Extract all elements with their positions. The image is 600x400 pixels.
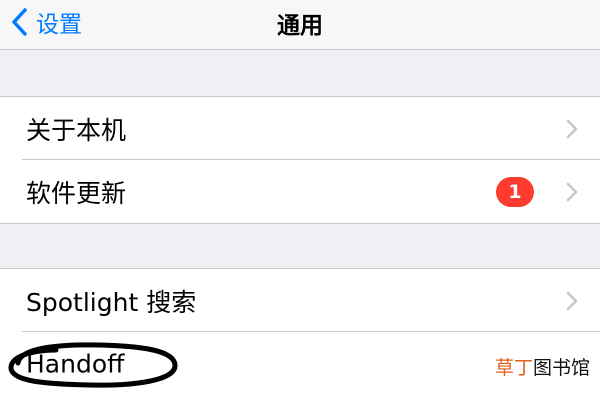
navigation-bar: 设置 通用 (0, 0, 600, 50)
row-software-update[interactable]: 软件更新 1 (0, 160, 600, 223)
row-label: Handoff (26, 349, 125, 378)
chevron-right-icon (566, 182, 578, 201)
row-label: 软件更新 (26, 178, 127, 208)
watermark: 草丁图书馆 (495, 353, 590, 380)
chevron-right-icon (566, 291, 578, 310)
row-label: Spotlight 搜索 (26, 287, 197, 317)
row-spotlight-search[interactable]: Spotlight 搜索 (0, 269, 600, 332)
watermark-text: 图书馆 (532, 357, 590, 379)
page-title: 通用 (277, 13, 323, 39)
settings-group-continuity: Spotlight 搜索 Handoff (0, 268, 600, 400)
chevron-right-icon (566, 119, 578, 138)
settings-group-general: 关于本机 软件更新 1 (0, 96, 600, 224)
row-about[interactable]: 关于本机 (0, 97, 600, 160)
notification-badge: 1 (496, 176, 534, 207)
watermark-accent-text: 草丁 (494, 357, 533, 379)
row-label: 关于本机 (26, 115, 127, 145)
